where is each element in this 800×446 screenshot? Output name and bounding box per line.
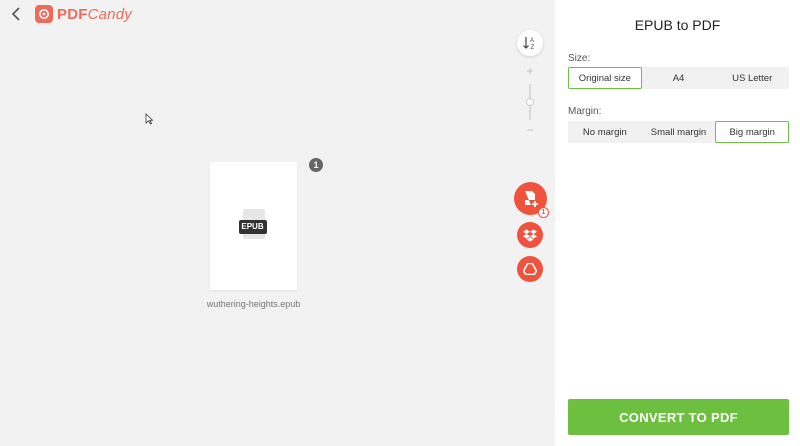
size-selector: Original size A4 US Letter	[568, 67, 789, 89]
logo-text: PDFCandy	[57, 5, 132, 23]
google-drive-icon	[523, 263, 537, 275]
logo[interactable]: PDFCandy	[35, 4, 132, 24]
size-option-us-letter[interactable]: US Letter	[715, 67, 789, 89]
size-option-original[interactable]: Original size	[568, 67, 642, 89]
file-name: wuthering-heights.epub	[206, 299, 301, 309]
file-thumbnail[interactable]: EPUB	[210, 162, 297, 290]
workspace: PDFCandy A Z + − EPUB 1 wuthering-height…	[0, 0, 555, 446]
sort-az-icon[interactable]: A Z	[517, 30, 543, 56]
zoom-in-button[interactable]: +	[525, 65, 535, 77]
epub-file-icon: EPUB	[238, 209, 269, 243]
svg-text:A: A	[530, 38, 534, 44]
margin-selector: No margin Small margin Big margin	[568, 121, 790, 143]
svg-text:Z: Z	[531, 45, 535, 51]
size-label: Size:	[568, 53, 591, 64]
dropbox-icon	[523, 229, 537, 242]
zoom-slider-thumb[interactable]	[526, 98, 534, 106]
panel-title: EPUB to PDF	[634, 17, 721, 33]
size-option-a4[interactable]: A4	[642, 67, 716, 89]
back-arrow-icon[interactable]	[8, 6, 24, 22]
add-file-count-badge: 1	[538, 207, 549, 218]
add-file-icon	[524, 190, 538, 207]
mouse-cursor-icon	[145, 112, 154, 130]
dropbox-button[interactable]	[517, 222, 543, 248]
margin-label: Margin:	[568, 106, 602, 117]
convert-button[interactable]: CONVERT TO PDF	[568, 399, 789, 435]
margin-option-big[interactable]: Big margin	[715, 121, 790, 143]
zoom-out-button[interactable]: −	[525, 124, 535, 136]
margin-option-none[interactable]: No margin	[568, 121, 642, 143]
margin-option-small[interactable]: Small margin	[642, 121, 716, 143]
settings-panel: EPUB to PDF Size: Original size A4 US Le…	[555, 0, 800, 446]
file-count-badge: 1	[309, 158, 323, 172]
file-format-label: EPUB	[238, 220, 267, 234]
candy-logo-icon	[35, 5, 53, 23]
google-drive-button[interactable]	[517, 256, 543, 282]
